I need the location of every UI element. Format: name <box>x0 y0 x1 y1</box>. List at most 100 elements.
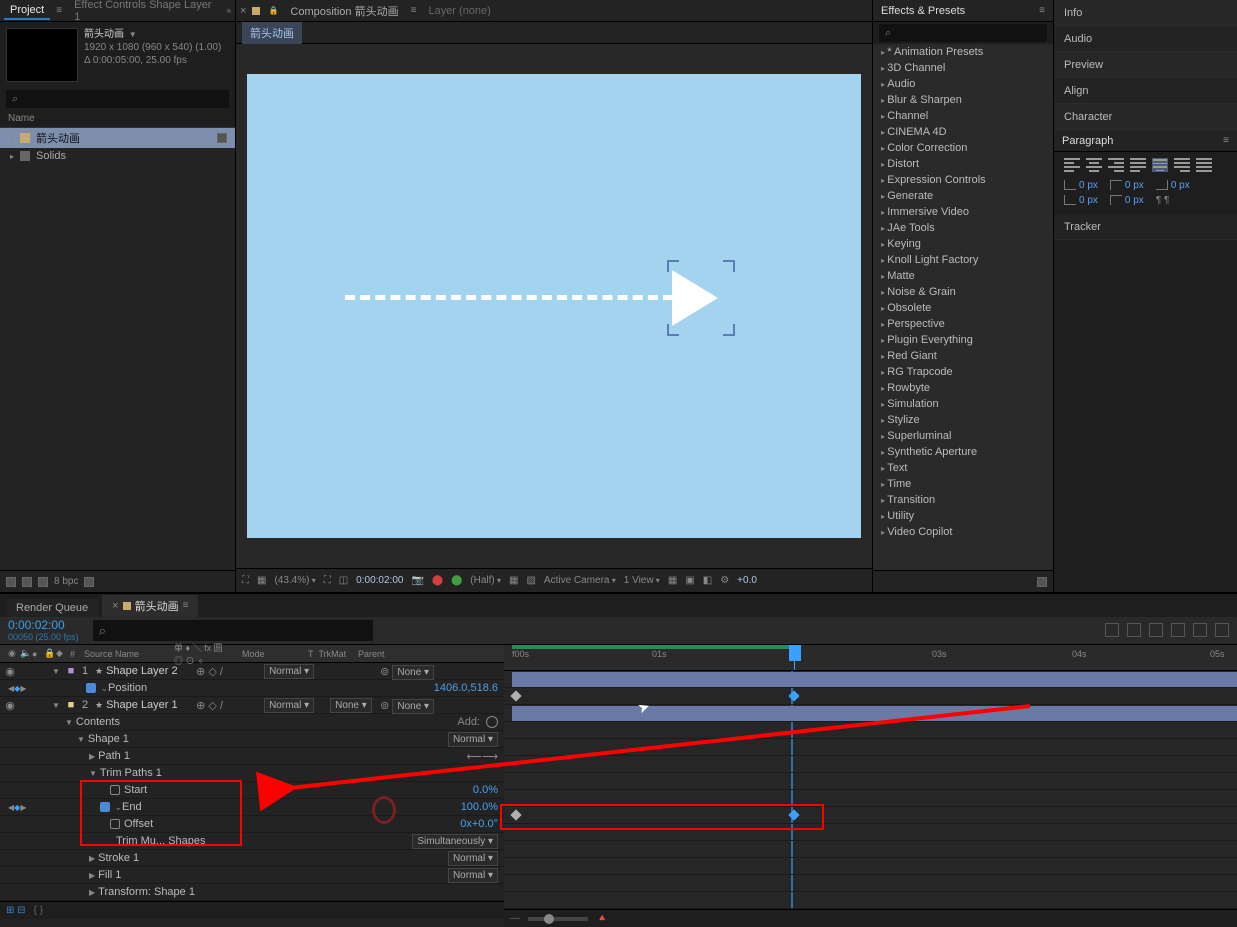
layer-bar[interactable] <box>512 672 1237 687</box>
lock-icon[interactable]: 🔒 <box>268 6 278 15</box>
tab-render-queue[interactable]: Render Queue <box>6 599 98 617</box>
selection-handle[interactable] <box>667 324 679 336</box>
col-mode[interactable]: Mode <box>238 649 304 659</box>
align-center-icon[interactable] <box>1086 158 1102 172</box>
col-parent[interactable]: Parent <box>354 649 454 659</box>
keyframe[interactable] <box>788 809 799 820</box>
grid-icon[interactable]: ▦ <box>257 575 266 586</box>
tab-project[interactable]: Project <box>4 2 50 20</box>
zoom-in-icon[interactable]: 🔺 <box>596 913 608 924</box>
prop-path1[interactable]: ▶ Path 1 ⟵⟶ <box>0 748 504 765</box>
graph-editor-icon[interactable] <box>1215 623 1229 637</box>
transparency-icon[interactable]: ▨ <box>526 575 535 586</box>
effect-category[interactable]: Time <box>873 476 1053 492</box>
tab-timeline-comp[interactable]: × 箭头动画 ≡ <box>102 595 198 617</box>
shy-icon[interactable] <box>1149 623 1163 637</box>
effect-category[interactable]: 3D Channel <box>873 60 1053 76</box>
comp-mini-flow-icon[interactable] <box>1105 623 1119 637</box>
next-kf-icon[interactable]: ▶ <box>20 803 26 812</box>
stopwatch-icon[interactable] <box>110 819 120 829</box>
trim-start-value[interactable]: 0.0% <box>473 784 504 796</box>
effect-category[interactable]: Noise & Grain <box>873 284 1053 300</box>
indent-right[interactable]: 0 px <box>1156 180 1190 191</box>
effect-category[interactable]: * Animation Presets <box>873 44 1053 60</box>
effect-category[interactable]: Simulation <box>873 396 1053 412</box>
justify-last-left-icon[interactable] <box>1130 158 1146 172</box>
col-audio[interactable]: 🔈 <box>16 648 28 659</box>
align-right-icon[interactable] <box>1108 158 1124 172</box>
overflow-icon[interactable]: » <box>227 6 231 15</box>
trim-shapes-dropdown[interactable]: Simultaneously ▾ <box>412 834 498 849</box>
resolution-dropdown[interactable]: (Half) <box>470 575 501 586</box>
motionblur-icon[interactable] <box>1193 623 1207 637</box>
apply-effect-icon[interactable] <box>1037 577 1047 587</box>
stopwatch-icon[interactable] <box>110 785 120 795</box>
layer-row[interactable]: ◉ ▼ ■ 2 ★ Shape Layer 1 ⊕ ◇ / Normal ▾ N… <box>0 697 504 714</box>
prop-trim-offset[interactable]: Offset 0x+0.0° <box>0 816 504 833</box>
effect-category[interactable]: Distort <box>873 156 1053 172</box>
parent-dropdown[interactable]: None ▾ <box>392 699 434 714</box>
position-value[interactable]: 1406.0,518.6 <box>434 682 504 694</box>
tab-composition[interactable]: Composition 箭头动画 <box>284 1 404 21</box>
panel-character[interactable]: Character <box>1054 104 1237 130</box>
space-after[interactable]: 0 px <box>1110 195 1144 206</box>
channel-icon[interactable]: ⬤ <box>451 575 462 586</box>
stroke-mode-dropdown[interactable]: Normal ▾ <box>448 851 498 866</box>
layer-label[interactable]: ■ <box>64 699 78 711</box>
effect-category[interactable]: Channel <box>873 108 1053 124</box>
effect-category[interactable]: Generate <box>873 188 1053 204</box>
composition-canvas[interactable] <box>247 74 861 538</box>
keyframe[interactable] <box>510 809 521 820</box>
indent-first[interactable]: 0 px <box>1110 180 1144 191</box>
next-kf-icon[interactable]: ▶ <box>20 684 26 693</box>
panel-tracker[interactable]: Tracker <box>1054 214 1237 240</box>
panel-paragraph[interactable]: Paragraph <box>1062 135 1113 147</box>
prop-transform-shape[interactable]: ▶ Transform: Shape 1 <box>0 884 504 901</box>
effect-category[interactable]: Superluminal <box>873 428 1053 444</box>
view-icon[interactable]: ◧ <box>703 575 712 586</box>
prop-contents[interactable]: ▼ Contents Add: <box>0 714 504 731</box>
col-eye[interactable]: ◉ <box>4 648 16 659</box>
roi-icon[interactable]: ▦ <box>509 575 518 586</box>
project-item-folder[interactable]: ▸ Solids <box>0 148 235 164</box>
effect-category[interactable]: Matte <box>873 268 1053 284</box>
layer-name[interactable]: Shape Layer 1 <box>106 699 196 711</box>
layer-row[interactable]: ◉ ▼ ■ 1 ★ Shape Layer 2 ⊕ ◇ / Normal ▾ ⊚… <box>0 663 504 680</box>
col-label[interactable]: ◆ <box>52 648 66 659</box>
justify-last-right-icon[interactable] <box>1174 158 1190 172</box>
effect-category[interactable]: Synthetic Aperture <box>873 444 1053 460</box>
prop-position[interactable]: ◀ ◆ ▶ ⌄ Position 1406.0,518.6 <box>0 680 504 697</box>
effect-category[interactable]: Stylize <box>873 412 1053 428</box>
new-comp-icon[interactable] <box>22 577 32 587</box>
view-icon[interactable]: ▦ <box>668 575 677 586</box>
panel-menu-icon[interactable]: ≡ <box>1039 5 1045 16</box>
effect-category[interactable]: Color Correction <box>873 140 1053 156</box>
timeline-ruler[interactable]: f00s 01s 03s 04s 05s <box>504 645 1237 671</box>
eye-icon[interactable]: ◉ <box>4 699 16 712</box>
stopwatch-icon[interactable] <box>86 683 96 693</box>
mode-dropdown[interactable]: Normal ▾ <box>264 664 314 679</box>
layer-label[interactable]: ■ <box>64 665 78 677</box>
project-search[interactable] <box>6 90 229 108</box>
mode-dropdown[interactable]: Normal ▾ <box>264 698 314 713</box>
justify-last-center-icon[interactable] <box>1152 158 1168 172</box>
effect-category[interactable]: Blur & Sharpen <box>873 92 1053 108</box>
effect-category[interactable]: Audio <box>873 76 1053 92</box>
stopwatch-icon[interactable] <box>100 802 110 812</box>
add-button[interactable] <box>486 716 498 728</box>
camera-dropdown[interactable]: Active Camera <box>544 575 616 586</box>
view-dropdown[interactable]: 1 View <box>624 575 660 586</box>
timecode[interactable]: 0:00:02:00 <box>8 618 79 632</box>
toggle-switches-icon[interactable]: ⊞ ⊟ <box>6 905 26 916</box>
effect-category[interactable]: Keying <box>873 236 1053 252</box>
prop-stroke1[interactable]: ▶ Stroke 1 Normal ▾ <box>0 850 504 867</box>
new-folder-icon[interactable] <box>38 577 48 587</box>
timeline-search[interactable] <box>93 620 373 641</box>
indent-left[interactable]: 0 px <box>1064 180 1098 191</box>
effects-search[interactable] <box>879 24 1047 42</box>
panel-audio[interactable]: Audio <box>1054 26 1237 52</box>
selection-handle[interactable] <box>667 260 679 272</box>
pan-icon[interactable]: ⛶ <box>242 575 249 586</box>
trash-icon[interactable] <box>84 577 94 587</box>
direction-icons[interactable]: ¶ ¶ <box>1156 195 1170 206</box>
